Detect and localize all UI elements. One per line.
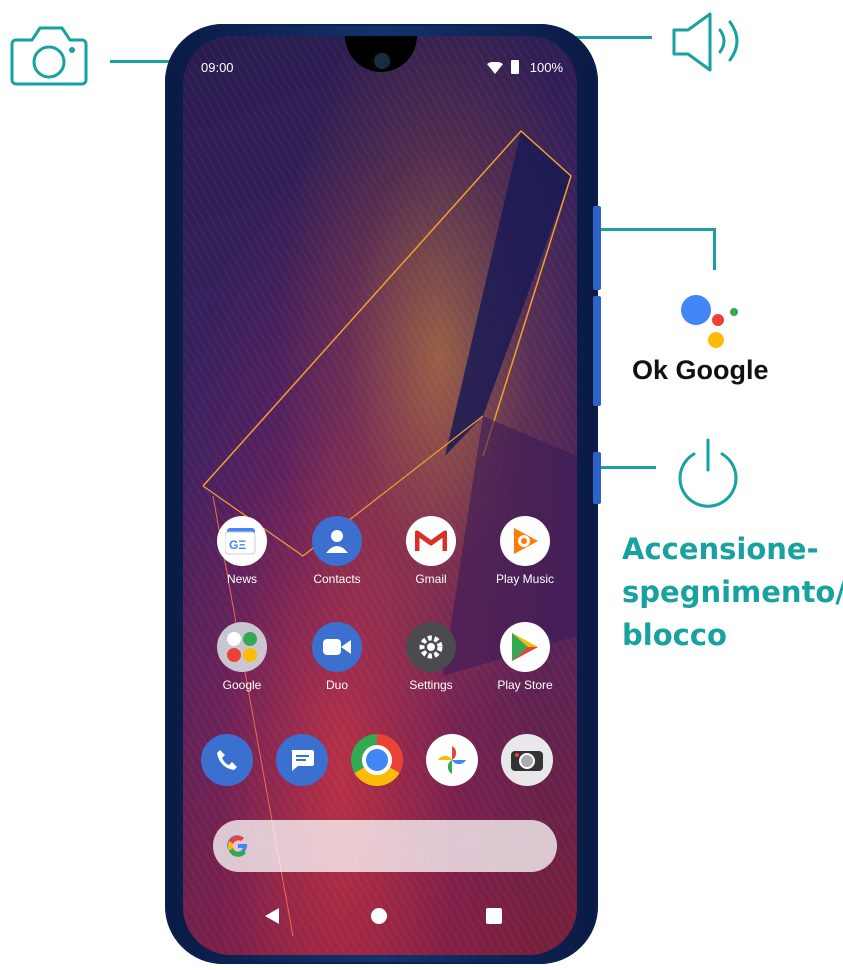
status-bar: 09:00 100% <box>201 60 563 80</box>
google-news-icon: GΞ <box>217 516 267 566</box>
phone-screen: 09:00 100% GΞ News Contacts Gmail Play M… <box>183 36 577 955</box>
power-label-line-2: spegnimento/ <box>622 575 843 609</box>
app-google-folder[interactable]: Google <box>198 622 286 692</box>
app-label: Google <box>222 678 262 692</box>
assistant-label: Ok Google <box>632 355 769 385</box>
google-g-icon <box>227 835 248 857</box>
google-folder-icon <box>217 622 267 672</box>
app-play-music[interactable]: Play Music <box>481 516 569 586</box>
app-play-store[interactable]: Play Store <box>481 622 569 692</box>
assistant-callout-line-h <box>600 228 716 231</box>
power-label: Accensione- spegnimento/ blocco <box>622 528 843 657</box>
chrome-icon <box>351 734 403 786</box>
play-store-icon <box>500 622 550 672</box>
app-gmail[interactable]: Gmail <box>387 516 475 586</box>
power-button[interactable] <box>593 452 601 504</box>
home-button[interactable] <box>369 906 389 930</box>
status-time: 09:00 <box>201 60 234 75</box>
back-icon <box>265 908 279 924</box>
photos-icon <box>426 734 478 786</box>
back-button[interactable] <box>263 906 281 930</box>
battery-level: 100% <box>529 60 563 75</box>
app-label: Settings <box>409 678 453 692</box>
gmail-icon <box>406 516 456 566</box>
google-search-bar[interactable] <box>213 820 557 872</box>
dock-camera[interactable] <box>483 734 571 786</box>
speaker-icon <box>672 12 739 72</box>
power-label-line-1: Accensione- <box>622 532 819 566</box>
app-label: Duo <box>325 678 348 692</box>
app-news[interactable]: GΞ News <box>198 516 286 586</box>
recents-icon <box>486 908 502 924</box>
app-label: Gmail <box>415 572 447 586</box>
settings-icon <box>406 622 456 672</box>
power-label-line-3: blocco <box>622 618 727 652</box>
app-label: Play Store <box>497 678 553 692</box>
app-label: News <box>226 572 257 586</box>
app-label: Contacts <box>313 572 361 586</box>
app-contacts[interactable]: Contacts <box>293 516 381 586</box>
phone-icon <box>201 734 253 786</box>
recents-button[interactable] <box>485 906 503 930</box>
power-icon <box>678 438 738 508</box>
app-label: Play Music <box>495 572 554 586</box>
power-callout-line <box>600 466 656 469</box>
wallpaper-shapes <box>202 129 577 937</box>
app-settings[interactable]: Settings <box>387 622 475 692</box>
messages-icon <box>276 734 328 786</box>
camera-app-icon <box>501 734 553 786</box>
assistant-callout-line-v <box>713 228 716 270</box>
contacts-icon <box>312 516 362 566</box>
battery-icon <box>511 60 519 74</box>
google-assistant-icon <box>681 295 738 348</box>
camera-icon <box>10 26 88 86</box>
volume-down-button[interactable] <box>593 296 601 406</box>
duo-icon <box>312 622 362 672</box>
wifi-icon <box>487 61 503 77</box>
volume-up-button[interactable] <box>593 206 601 290</box>
app-duo[interactable]: Duo <box>293 622 381 692</box>
play-music-icon <box>500 516 550 566</box>
home-icon <box>371 908 387 924</box>
svg-text:GΞ: GΞ <box>229 538 246 552</box>
